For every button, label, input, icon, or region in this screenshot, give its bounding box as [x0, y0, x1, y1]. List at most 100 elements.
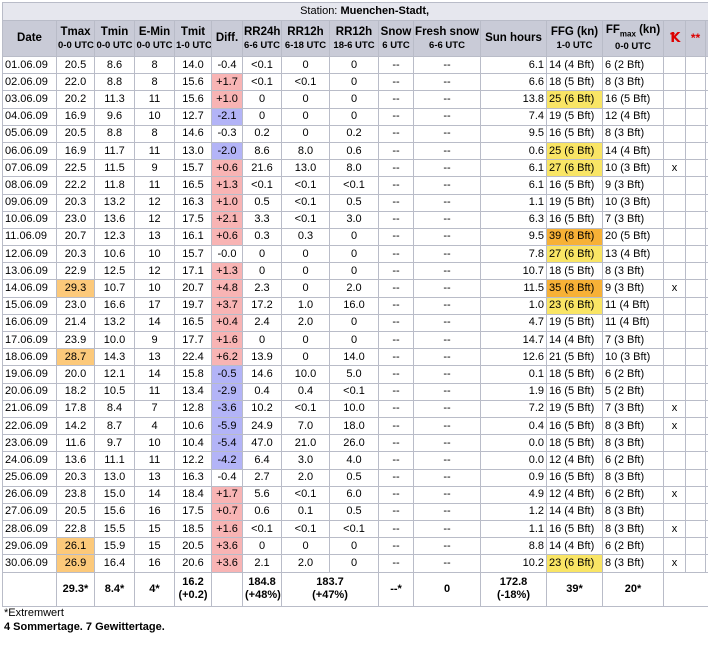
cell-emin: 10: [135, 435, 175, 452]
cell-sun: 8.8: [481, 538, 547, 555]
cell-tmax: 23.0: [57, 297, 95, 314]
cell-diff: +1.6: [212, 521, 243, 538]
cell-x: x: [664, 521, 686, 538]
cell-tmit: 20.7: [175, 280, 212, 297]
cell-tmit: 15.7: [175, 160, 212, 177]
cell-tmit: 15.6: [175, 91, 212, 108]
cell-x: [664, 332, 686, 349]
cell-diff: +6.2: [212, 349, 243, 366]
cell-rr24: 0.6: [243, 503, 282, 520]
cell-x: [664, 263, 686, 280]
cell-tmit: 15.8: [175, 366, 212, 383]
cell-ffg: 23 (6 Bft): [547, 555, 603, 572]
cell-tmin: 13.2: [95, 194, 135, 211]
cell-diff: +3.6: [212, 538, 243, 555]
cell-ffmax: 6 (2 Bft): [603, 538, 664, 555]
cell-tmit: 17.7: [175, 332, 212, 349]
cell-emin: 7: [135, 400, 175, 417]
cell-sun: 0.0: [481, 452, 547, 469]
cell-diff: -2.9: [212, 383, 243, 400]
cell-snow: --: [379, 160, 414, 177]
cell-date: 14.06.09: [3, 280, 57, 297]
weather-table: Station: Muenchen-Stadt, Date Tmax0-0 UT…: [2, 2, 708, 607]
cell-tmit: 16.5: [175, 177, 212, 194]
cell-ffmax: 8 (3 Bft): [603, 503, 664, 520]
cell-e1: [686, 469, 706, 486]
cell-rr12b: <0.1: [330, 521, 379, 538]
cell-tmin: 16.4: [95, 555, 135, 572]
cell-tmin: 14.3: [95, 349, 135, 366]
cell-e1: [686, 177, 706, 194]
cell-snow: --: [379, 538, 414, 555]
cell-ffmax: 8 (3 Bft): [603, 417, 664, 434]
cell-sun: 6.1: [481, 177, 547, 194]
cell-fresh: --: [414, 383, 481, 400]
cell-rr24: 8.6: [243, 142, 282, 159]
cell-sun: 0.1: [481, 366, 547, 383]
cell-tmin: 9.6: [95, 108, 135, 125]
cell-rr24: 2.7: [243, 469, 282, 486]
cell-fresh: --: [414, 452, 481, 469]
cell-tmit: 14.0: [175, 57, 212, 74]
cell-rr12b: 18.0: [330, 417, 379, 434]
thunderstorm-icon: Ꝁ: [664, 21, 686, 57]
cell-ffg: 27 (6 Bft): [547, 160, 603, 177]
cell-rr12a: 0: [282, 349, 330, 366]
header-rr12-day: RR12h6-18 UTC: [282, 21, 330, 57]
cell-diff: -3.6: [212, 400, 243, 417]
cell-x: [664, 142, 686, 159]
cell-ffmax: 9 (3 Bft): [603, 177, 664, 194]
cell-fresh: --: [414, 108, 481, 125]
cell-rr24: 3.3: [243, 211, 282, 228]
cell-ffmax: 8 (3 Bft): [603, 435, 664, 452]
table-row: 22.06.0914.28.7410.6-5.924.97.018.0----0…: [3, 417, 708, 434]
cell-ffmax: 13 (4 Bft): [603, 246, 664, 263]
cell-fresh: --: [414, 194, 481, 211]
cell-rr12a: 2.0: [282, 314, 330, 331]
cell-rr12a: <0.1: [282, 486, 330, 503]
cell-rr12b: 0: [330, 108, 379, 125]
cell-date: 07.06.09: [3, 160, 57, 177]
cell-rr12a: 7.0: [282, 417, 330, 434]
cell-emin: 15: [135, 521, 175, 538]
table-row: 03.06.0920.211.31115.6+1.0000----13.825 …: [3, 91, 708, 108]
cell-fresh: --: [414, 177, 481, 194]
cell-rr12a: 0: [282, 246, 330, 263]
cell-rr12a: 8.0: [282, 142, 330, 159]
cell-rr12a: 2.0: [282, 555, 330, 572]
cell-rr12b: 0: [330, 57, 379, 74]
cell-rr24: 21.6: [243, 160, 282, 177]
cell-ffmax: 6 (2 Bft): [603, 452, 664, 469]
table-row: 10.06.0923.013.61217.5+2.13.3<0.13.0----…: [3, 211, 708, 228]
cell-sun: 1.2: [481, 503, 547, 520]
cell-ffmax: 7 (3 Bft): [603, 332, 664, 349]
cell-e1: [686, 263, 706, 280]
cell-tmax: 16.9: [57, 108, 95, 125]
cell-ffmax: 12 (4 Bft): [603, 108, 664, 125]
cell-sun: 10.2: [481, 555, 547, 572]
cell-tmax: 26.9: [57, 555, 95, 572]
cell-x: [664, 538, 686, 555]
cell-e1: [686, 280, 706, 297]
cell-sun: 9.5: [481, 125, 547, 142]
cell-fresh: --: [414, 469, 481, 486]
cell-tmin: 11.3: [95, 91, 135, 108]
cell-fresh: --: [414, 91, 481, 108]
cell-tmax: 20.7: [57, 228, 95, 245]
cell-rr24: 0: [243, 332, 282, 349]
cell-rr12b: 2.0: [330, 280, 379, 297]
cell-ffg: 35 (8 Bft): [547, 280, 603, 297]
table-row: 11.06.0920.712.31316.1+0.60.30.30----9.5…: [3, 228, 708, 245]
cell-x: [664, 194, 686, 211]
cell-fresh: --: [414, 435, 481, 452]
cell-tmax: 13.6: [57, 452, 95, 469]
cell-e1: [686, 125, 706, 142]
cell-tmax: 20.5: [57, 57, 95, 74]
cell-tmit: 13.0: [175, 142, 212, 159]
cell-diff: +2.1: [212, 211, 243, 228]
cell-x: [664, 74, 686, 91]
cell-fresh: --: [414, 160, 481, 177]
cell-emin: 11: [135, 383, 175, 400]
table-row: 04.06.0916.99.61012.7-2.1000----7.419 (5…: [3, 108, 708, 125]
cell-sun: 6.1: [481, 160, 547, 177]
